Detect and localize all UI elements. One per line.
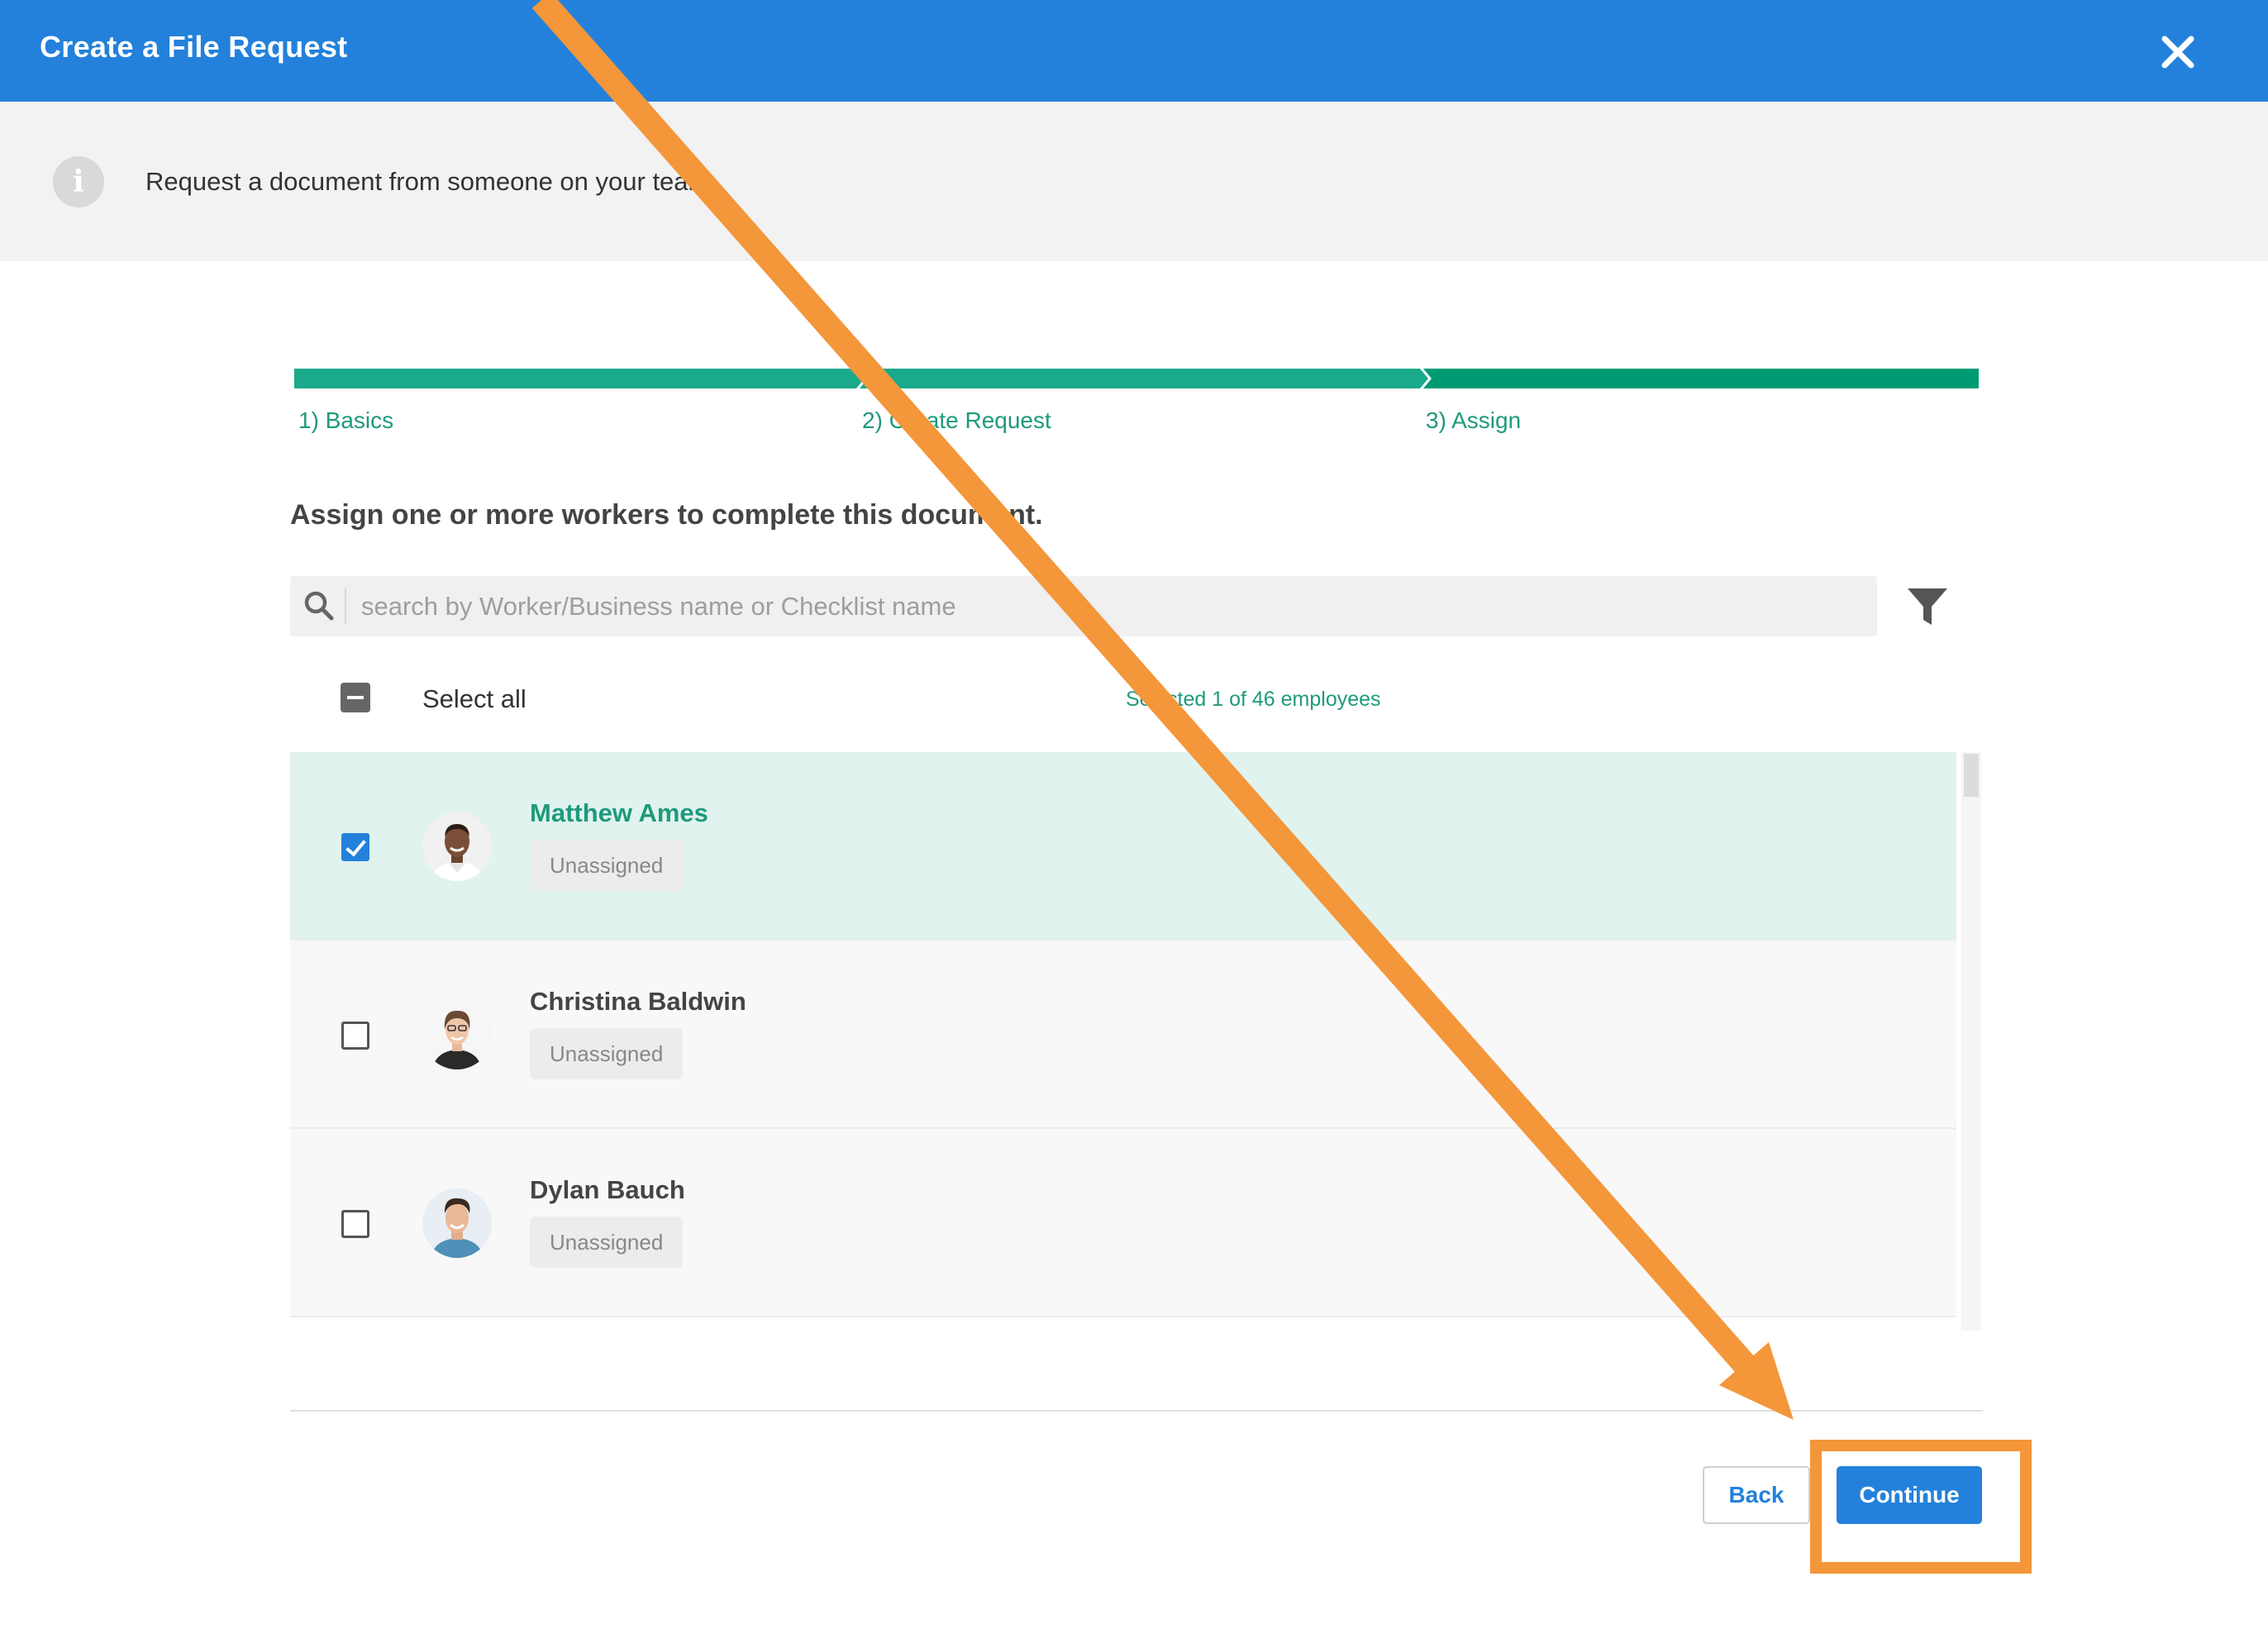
avatar — [422, 1000, 492, 1069]
dialog-header: Create a File Request — [0, 0, 2268, 102]
worker-name[interactable]: Dylan Bauch — [530, 1175, 685, 1205]
info-icon: i — [53, 156, 104, 207]
worker-row[interactable]: Matthew Ames Unassigned — [290, 752, 1956, 941]
info-text: Request a document from someone on your … — [145, 167, 717, 196]
assign-heading: Assign one or more workers to complete t… — [290, 499, 1043, 531]
filter-icon — [1908, 588, 1947, 625]
worker-checkbox[interactable] — [341, 1022, 369, 1050]
scrollbar-thumb[interactable] — [1964, 754, 1979, 797]
search-input[interactable] — [361, 576, 1849, 636]
selected-count: Selected 1 of 46 employees — [1126, 688, 1381, 711]
worker-name[interactable]: Christina Baldwin — [530, 987, 746, 1017]
back-button[interactable]: Back — [1703, 1466, 1810, 1524]
worker-name[interactable]: Matthew Ames — [530, 798, 708, 828]
select-all-checkbox[interactable] — [341, 683, 370, 712]
footer-divider — [290, 1410, 1983, 1412]
status-badge: Unassigned — [530, 840, 684, 891]
worker-list: Matthew Ames Unassigned Christina Baldwi… — [290, 752, 1956, 1331]
status-badge: Unassigned — [530, 1217, 684, 1268]
search-bar — [290, 576, 1877, 636]
search-icon — [304, 591, 334, 621]
worker-row[interactable]: Christina Baldwin Unassigned — [290, 941, 1956, 1129]
select-all-label: Select all — [422, 684, 526, 713]
avatar — [422, 812, 492, 881]
close-button[interactable] — [2147, 21, 2208, 83]
step-bar-create-request — [860, 369, 1428, 388]
annotation-highlight-box — [1810, 1440, 2032, 1574]
worker-checkbox[interactable] — [341, 1210, 369, 1238]
filter-button[interactable] — [1903, 582, 1952, 631]
step-bar-basics — [294, 369, 865, 388]
step-label-assign: 3) Assign — [1426, 407, 1522, 433]
step-label-basics: 1) Basics — [298, 407, 394, 433]
step-bar-assign — [1423, 369, 1979, 388]
status-badge: Unassigned — [530, 1028, 684, 1079]
worker-checkbox[interactable] — [341, 833, 369, 861]
search-separator — [345, 588, 346, 624]
close-icon — [2161, 36, 2194, 69]
step-label-create-request: 2) Create Request — [862, 407, 1051, 433]
avatar — [422, 1188, 492, 1258]
dialog-title: Create a File Request — [40, 30, 348, 64]
list-scrollbar[interactable] — [1961, 752, 1981, 1331]
worker-row[interactable]: Dylan Bauch Unassigned — [290, 1129, 1956, 1317]
stepper — [294, 369, 1979, 388]
